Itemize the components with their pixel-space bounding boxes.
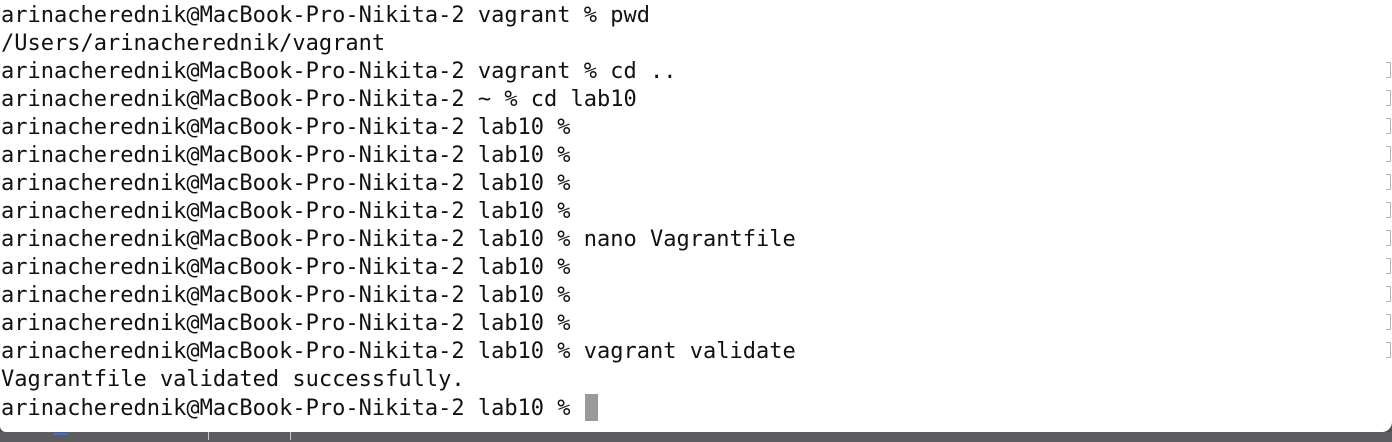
selection-indicator — [54, 433, 68, 435]
terminal-line: arinacherednik@MacBook-Pro-Nikita-2 lab1… — [1, 171, 571, 196]
line-mark — [1386, 230, 1391, 246]
terminal-line: arinacherednik@MacBook-Pro-Nikita-2 vagr… — [1, 59, 677, 84]
window-behind — [0, 432, 1392, 442]
terminal-input-line[interactable]: arinacherednik@MacBook-Pro-Nikita-2 lab1… — [0, 394, 1380, 422]
terminal-line: arinacherednik@MacBook-Pro-Nikita-2 ~ % … — [1, 87, 637, 112]
current-prompt: arinacherednik@MacBook-Pro-Nikita-2 lab1… — [1, 396, 584, 421]
terminal-line: Vagrantfile validated successfully. — [1, 367, 465, 392]
terminal-line: arinacherednik@MacBook-Pro-Nikita-2 lab1… — [1, 115, 571, 140]
terminal-line: arinacherednik@MacBook-Pro-Nikita-2 vagr… — [1, 3, 651, 28]
line-mark — [1386, 174, 1391, 190]
terminal-line: arinacherednik@MacBook-Pro-Nikita-2 lab1… — [1, 199, 571, 224]
terminal-line: arinacherednik@MacBook-Pro-Nikita-2 lab1… — [1, 311, 571, 336]
text-cursor — [584, 394, 598, 421]
line-mark — [1386, 258, 1391, 274]
divider — [208, 432, 209, 440]
terminal-line: /Users/arinacherednik/vagrant — [1, 31, 386, 56]
terminal-line: arinacherednik@MacBook-Pro-Nikita-2 lab1… — [1, 227, 796, 252]
terminal-line: arinacherednik@MacBook-Pro-Nikita-2 lab1… — [1, 255, 571, 280]
line-mark — [1386, 146, 1391, 162]
terminal-window: arinacherednik@MacBook-Pro-Nikita-2 vagr… — [0, 0, 1392, 432]
line-marks — [1386, 62, 1392, 362]
terminal-line: arinacherednik@MacBook-Pro-Nikita-2 lab1… — [1, 143, 571, 168]
line-mark — [1386, 90, 1391, 106]
line-mark — [1386, 342, 1391, 358]
line-mark — [1386, 202, 1391, 218]
line-mark — [1386, 62, 1391, 78]
terminal-line: arinacherednik@MacBook-Pro-Nikita-2 lab1… — [1, 339, 796, 364]
line-mark — [1386, 314, 1391, 330]
terminal-output[interactable]: arinacherednik@MacBook-Pro-Nikita-2 vagr… — [0, 2, 1380, 432]
line-mark — [1386, 286, 1391, 302]
line-mark — [1386, 118, 1391, 134]
divider — [290, 432, 291, 440]
terminal-line: arinacherednik@MacBook-Pro-Nikita-2 lab1… — [1, 283, 571, 308]
